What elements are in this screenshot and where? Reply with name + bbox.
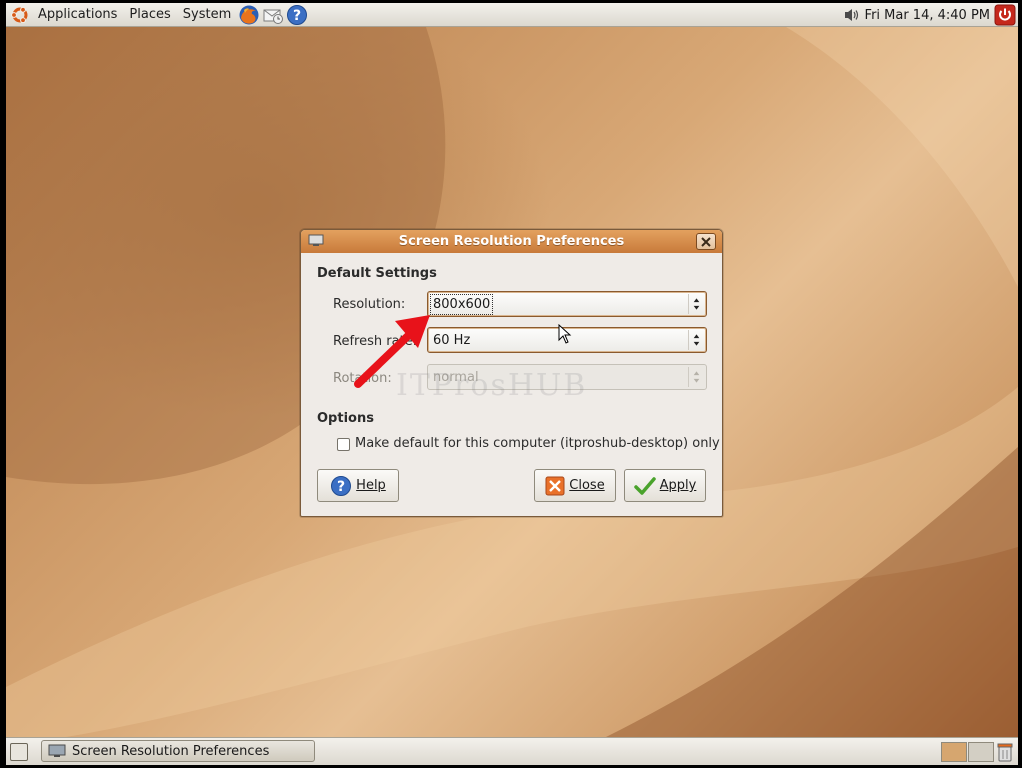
rotation-combo[interactable]: normal <box>427 364 707 390</box>
make-default-checkbox[interactable] <box>337 438 350 451</box>
help-icon[interactable]: ? <box>286 4 308 26</box>
close-icon <box>701 236 711 247</box>
apply-button-label: Apply <box>659 478 697 493</box>
workspace-2[interactable] <box>968 742 994 762</box>
mail-icon[interactable] <box>262 4 284 26</box>
monitor-icon <box>48 744 66 757</box>
help-button[interactable]: ? Help <box>317 469 399 502</box>
resolution-label: Resolution: <box>333 297 406 312</box>
mouse-pointer-icon <box>558 324 572 344</box>
make-default-label[interactable]: Make default for this computer (itproshu… <box>355 436 720 451</box>
close-button-label: Close <box>569 478 605 493</box>
combo-arrows-icon <box>688 330 700 350</box>
taskbar-button-label: Screen Resolution Preferences <box>72 743 270 759</box>
trash-icon[interactable] <box>996 741 1014 763</box>
dialog-title: Screen Resolution Preferences <box>398 234 625 249</box>
applications-menu[interactable]: Applications <box>32 3 123 27</box>
screen-resolution-dialog: Screen Resolution Preferences Default Se… <box>300 229 723 517</box>
resolution-combo[interactable]: 800x600 <box>427 291 707 317</box>
rotation-value: normal <box>433 369 479 385</box>
places-menu[interactable]: Places <box>123 3 176 27</box>
svg-text:?: ? <box>337 479 345 495</box>
clock-text[interactable]: Fri Mar 14, 4:40 PM <box>865 8 990 23</box>
clock-area: Fri Mar 14, 4:40 PM <box>843 3 990 27</box>
taskbar-button-screen-resolution[interactable]: Screen Resolution Preferences <box>41 740 315 762</box>
refresh-rate-label: Refresh rate: <box>333 334 418 349</box>
dialog-titlebar[interactable]: Screen Resolution Preferences <box>301 230 722 253</box>
default-settings-heading: Default Settings <box>317 266 437 281</box>
firefox-icon[interactable] <box>238 4 260 26</box>
options-heading: Options <box>317 411 374 426</box>
ubuntu-logo-icon[interactable] <box>10 5 30 25</box>
show-desktop-icon[interactable] <box>10 743 28 761</box>
close-button[interactable]: Close <box>534 469 616 502</box>
screen: Applications Places System ? Fri Mar 14,… <box>6 3 1018 765</box>
combo-arrows-icon <box>688 367 700 387</box>
checkmark-icon <box>633 476 656 495</box>
window-close-button[interactable] <box>696 233 716 250</box>
system-menu[interactable]: System <box>177 3 237 27</box>
combo-arrows-icon <box>688 294 700 314</box>
refresh-rate-value: 60 Hz <box>433 332 471 348</box>
window-menu-icon[interactable] <box>308 234 324 248</box>
rotation-label: Rotation: <box>333 371 392 386</box>
bottom-panel: Screen Resolution Preferences <box>6 737 1018 765</box>
power-icon[interactable] <box>994 4 1016 26</box>
apply-button[interactable]: Apply <box>624 469 706 502</box>
resolution-value: 800x600 <box>429 293 494 315</box>
close-icon <box>545 476 565 495</box>
help-button-label: Help <box>356 478 386 493</box>
workspace-1[interactable] <box>941 742 967 762</box>
svg-text:?: ? <box>293 8 301 24</box>
volume-icon[interactable] <box>843 7 861 23</box>
help-icon: ? <box>331 475 352 496</box>
top-panel: Applications Places System ? Fri Mar 14,… <box>6 3 1018 27</box>
